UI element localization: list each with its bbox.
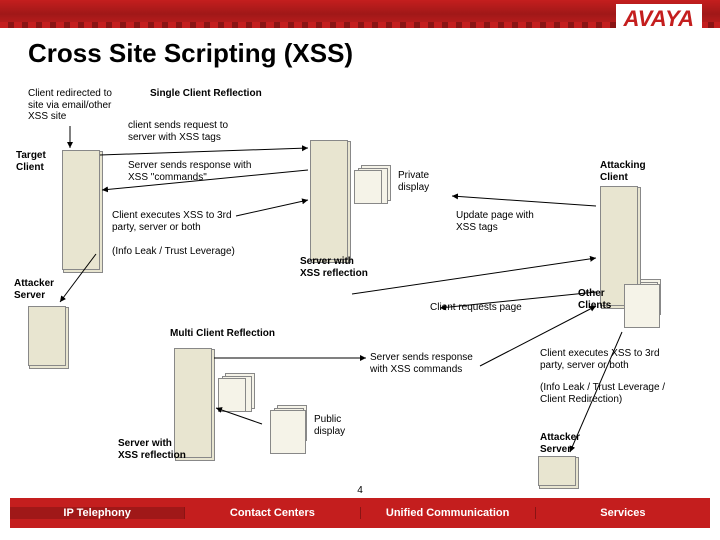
label-attacking-client: AttackingClient — [600, 160, 646, 183]
footer-services[interactable]: Services — [535, 507, 710, 519]
label-attacker-server2: AttackerServer — [540, 432, 580, 455]
label-srv-xss1: Server withXSS reflection — [300, 256, 368, 279]
label-exec1: Client executes XSS to 3rdparty, server … — [112, 210, 232, 233]
server-box-1 — [310, 140, 348, 260]
label-response: Server sends response withXSS "commands" — [128, 160, 251, 183]
target-client-box — [62, 150, 100, 270]
attacker-server-box2 — [538, 456, 576, 486]
label-leak1: (Info Leak / Trust Leverage) — [112, 246, 235, 258]
label-other-clients: OtherClients — [578, 288, 611, 311]
heading-single: Single Client Reflection — [150, 88, 262, 100]
label-target-client: TargetClient — [16, 150, 46, 173]
page-title: Cross Site Scripting (XSS) — [28, 38, 353, 69]
heading-multi: Multi Client Reflection — [170, 328, 275, 340]
footer-ip-telephony[interactable]: IP Telephony — [10, 507, 184, 519]
footer-unified-comm[interactable]: Unified Communication — [360, 507, 535, 519]
page-number: 4 — [357, 485, 363, 496]
footer-contact-centers[interactable]: Contact Centers — [184, 507, 359, 519]
label-public: Publicdisplay — [314, 414, 345, 437]
brand-logo: AVAYA — [616, 4, 702, 34]
label-resp2: Server sends responsewith XSS commands — [370, 352, 473, 375]
label-attacker-server1: AttackerServer — [14, 278, 54, 301]
attacker-server-box1 — [28, 306, 66, 366]
sheets-public — [270, 410, 306, 454]
label-redirect: Client redirected tosite via email/other… — [28, 88, 128, 123]
top-bar — [0, 0, 720, 28]
label-reqpage: Client requests page — [430, 302, 522, 314]
label-exec2: Client executes XSS to 3rdparty, server … — [540, 348, 660, 371]
sheets-other — [624, 284, 660, 328]
label-srv-xss2: Server withXSS reflection — [118, 438, 186, 461]
label-leak2: (Info Leak / Trust Leverage /Client Redi… — [540, 382, 665, 405]
footer-nav: IP Telephony Contact Centers Unified Com… — [10, 498, 710, 528]
label-request: client sends request toserver with XSS t… — [128, 120, 228, 143]
sheets-public-sm — [218, 378, 246, 412]
label-private: Privatedisplay — [398, 170, 429, 193]
label-update: Update page withXSS tags — [456, 210, 534, 233]
sheets-private — [354, 170, 382, 204]
